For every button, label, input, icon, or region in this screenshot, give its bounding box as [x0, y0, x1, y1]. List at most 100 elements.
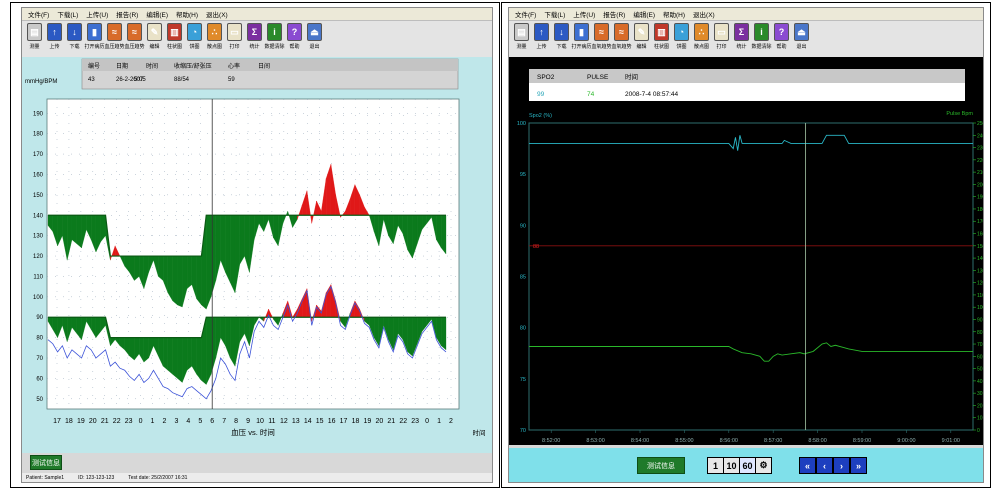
menu-item[interactable]: 退出(X) [206, 9, 228, 19]
y-tick-label: 110 [33, 274, 43, 280]
toolbar-button-label: 统计 [736, 44, 747, 50]
last-page-icon[interactable]: » [850, 457, 867, 474]
toolbar-button-sigma[interactable]: Σ 统计 [246, 23, 263, 57]
settings-icon[interactable]: ⚙ [755, 457, 772, 474]
toolbar-button-edit[interactable]: ✎ 编辑 [633, 23, 650, 57]
y-right-tick-label: 130 [977, 268, 984, 274]
y-tick-label: 80 [36, 336, 43, 342]
y-right-tick-label: 30 [977, 391, 983, 397]
menu-item[interactable]: 下载(L) [544, 9, 565, 19]
trend-icon: ≈ [594, 23, 609, 41]
toolbar-button-sigma[interactable]: Σ 统计 [733, 23, 750, 57]
toolbar-button-edit[interactable]: ✎ 编辑 [146, 23, 163, 57]
toolbar-button-print[interactable]: ▭ 打印 [713, 23, 730, 57]
time-scale-button-1[interactable]: 1 [707, 457, 724, 474]
print-icon: ▭ [714, 23, 729, 41]
toolbar-button-exit[interactable]: ⏏ 退出 [306, 23, 323, 57]
time-scale-button-10[interactable]: 10 [723, 457, 740, 474]
test-info-button[interactable]: 测试信息 [637, 457, 685, 474]
test-date: Test date: 25/2/2007 16:31 [128, 474, 188, 481]
menu-item[interactable]: 报告(R) [116, 9, 138, 19]
y-right-tick-label: 250 [977, 121, 984, 127]
x-tick-label: 16 [328, 418, 336, 425]
x-tick-label: 18 [352, 418, 360, 425]
menu-item[interactable]: 编辑(E) [633, 9, 655, 19]
toolbar-button-info[interactable]: i 数据清除 [265, 23, 285, 57]
x-tick-label: 0 [425, 418, 429, 425]
first-page-icon[interactable]: « [799, 457, 816, 474]
toolbar: ▤ 测量 ↑ 上传 ↓ 下载 ▮ 打开病历 ≈ 血压趋势 ≈ 血压趋势 ✎ 编辑 ▥ 柱状图 ◔ 饼图 ∴ 散点图 ▭ 打… [22, 21, 492, 60]
toolbar-button-up-arrow[interactable]: ↑ 上传 [533, 23, 550, 57]
x-tick-label: 9:00:00 [897, 438, 915, 444]
time-scale-button-60[interactable]: 60 [739, 457, 756, 474]
systolic-area-segment [76, 215, 82, 249]
menu-item[interactable]: 帮助(H) [663, 9, 685, 19]
help-book-icon: ? [287, 23, 302, 41]
toolbar-button-document[interactable]: ▤ 测量 [26, 23, 43, 57]
toolbar: ▤ 测量 ↑ 上传 ↓ 下载 ▮ 打开病历 ≈ 血氧趋势 ≈ 血氧趋势 ✎ 编辑 ▥ 柱状图 ◔ 饼图 ∴ 散点图 ▭ 打… [509, 21, 983, 60]
menu-item[interactable]: 文件(F) [28, 9, 49, 19]
menu-item[interactable]: 上传(U) [573, 9, 595, 19]
toolbar-button-book[interactable]: ▮ 打开病历 [85, 23, 105, 57]
menu-item[interactable]: 文件(F) [515, 9, 536, 19]
y-right-tick-label: 240 [977, 133, 984, 139]
y-right-tick-label: 200 [977, 182, 984, 188]
trend-icon: ≈ [107, 23, 122, 41]
test-info-button[interactable]: 测试信息 [30, 455, 62, 470]
info-table-value: 59 [228, 77, 235, 83]
x-tick-label: 19 [364, 418, 372, 425]
toolbar-button-document[interactable]: ▤ 测量 [513, 23, 530, 57]
y-right-tick-label: 0 [977, 428, 980, 434]
toolbar-button-pie-chart[interactable]: ◔ 饼图 [673, 23, 690, 57]
x-tick-label: 8:57:00 [764, 438, 782, 444]
y-tick-label: 130 [33, 234, 44, 240]
menu-item[interactable]: 编辑(E) [146, 9, 168, 19]
menu-item[interactable]: 下载(L) [57, 9, 78, 19]
toolbar-button-label: 帮助 [289, 44, 300, 50]
toolbar-button-bar-chart[interactable]: ▥ 柱状图 [166, 23, 183, 57]
previous-icon[interactable]: ‹ [816, 457, 833, 474]
toolbar-button-scatter[interactable]: ∴ 散点图 [693, 23, 710, 57]
toolbar-button-bar-chart[interactable]: ▥ 柱状图 [653, 23, 670, 57]
info-table-header: 心率 [228, 62, 240, 70]
y-right-tick-label: 20 [977, 403, 983, 409]
y-tick-label: 140 [33, 213, 44, 219]
menu-item[interactable]: 上传(U) [86, 9, 108, 19]
toolbar-button-trend[interactable]: ≈ 血压趋势 [105, 23, 125, 57]
toolbar-button-exit[interactable]: ⏏ 退出 [793, 23, 810, 57]
y-tick-label: 70 [36, 356, 43, 362]
x-tick-label: 5 [198, 418, 202, 425]
y-right-tick-label: 180 [977, 207, 984, 213]
toolbar-button-label: 退出 [796, 44, 807, 50]
toolbar-button-help-book[interactable]: ? 帮助 [773, 23, 790, 57]
toolbar-button-label: 统计 [249, 44, 260, 50]
spo2-pulse-chart[interactable]: SPO2 PULSE 时间 99 74 2008-7-4 08:57:44 Spo2 (%)… [509, 57, 984, 445]
x-tick-label: 9:01:00 [942, 438, 960, 444]
diastolic-area-segment [230, 317, 236, 367]
toolbar-button-scatter[interactable]: ∴ 散点图 [206, 23, 223, 57]
systolic-area-segment [225, 215, 231, 283]
toolbar-button-down-arrow[interactable]: ↓ 下载 [66, 23, 83, 57]
help-book-icon: ? [774, 23, 789, 41]
menu-item[interactable]: 报告(R) [603, 9, 625, 19]
toolbar-button-up-arrow[interactable]: ↑ 上传 [46, 23, 63, 57]
toolbar-button-book[interactable]: ▮ 打开病历 [571, 23, 592, 57]
y-right-tick-label: 120 [977, 281, 984, 287]
trend-icon: ≈ [614, 23, 629, 41]
menu-item[interactable]: 帮助(H) [176, 9, 198, 19]
next-icon[interactable]: › [833, 457, 850, 474]
toolbar-button-trend[interactable]: ≈ 血压趋势 [125, 23, 145, 57]
y-right-tick-label: 170 [977, 219, 984, 225]
toolbar-button-down-arrow[interactable]: ↓ 下载 [553, 23, 570, 57]
toolbar-button-label: 柱状图 [653, 44, 669, 50]
menu-item[interactable]: 退出(X) [693, 9, 715, 19]
toolbar-button-label: 打开病历 [571, 44, 592, 50]
bp-trend-chart[interactable]: 5060708090100110120130140150160170180190… [22, 57, 493, 453]
toolbar-button-help-book[interactable]: ? 帮助 [286, 23, 303, 57]
toolbar-button-trend[interactable]: ≈ 血氧趋势 [591, 23, 612, 57]
toolbar-button-trend[interactable]: ≈ 血氧趋势 [612, 23, 632, 57]
toolbar-button-info[interactable]: i 数据清除 [752, 23, 772, 57]
toolbar-button-label: 血氧趋势 [591, 44, 612, 50]
toolbar-button-pie-chart[interactable]: ◔ 饼图 [186, 23, 203, 57]
toolbar-button-print[interactable]: ▭ 打印 [226, 23, 243, 57]
